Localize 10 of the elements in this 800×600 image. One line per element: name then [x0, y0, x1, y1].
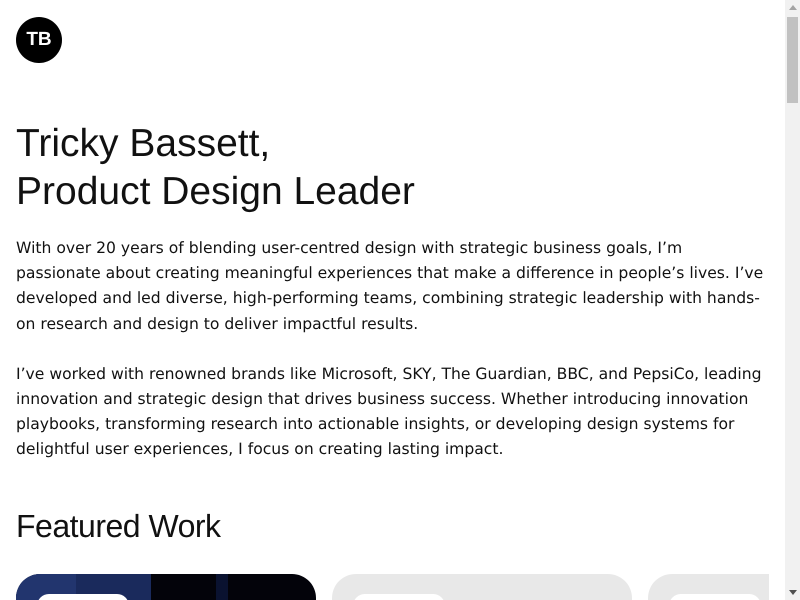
section-title: Featured Work [16, 506, 222, 546]
scroll-down-icon[interactable] [788, 590, 796, 595]
scroll-thumb[interactable] [787, 17, 798, 103]
page-heading: Tricky Bassett, [16, 121, 270, 167]
logo[interactable]: TB [16, 17, 62, 63]
scroll-up-icon[interactable] [788, 5, 796, 10]
intro-paragraph: With over 20 years of blending user-centred design with strategic business goals, I’m passionate about creating meaningful experiences that make a difference in people’s lives. I’ve developed and led diverse, high-performing teams, combining strategic leadership with hands-on research and design to deliver impactful results. [16, 238, 764, 335]
intro-paragraph: I’ve worked with renowned brands like Microsoft, SKY, The Guardian, BBC, and PepsiCo, leading innovation and strategic design that drives business success. Whether introducing innovation playbooks, transforming research into actionable insights, or developing design systems for delightful user experiences, I focus on creating lasting impact. [16, 364, 763, 460]
page-heading: Product Design Leader [16, 169, 415, 215]
scrollbar[interactable] [785, 0, 800, 600]
